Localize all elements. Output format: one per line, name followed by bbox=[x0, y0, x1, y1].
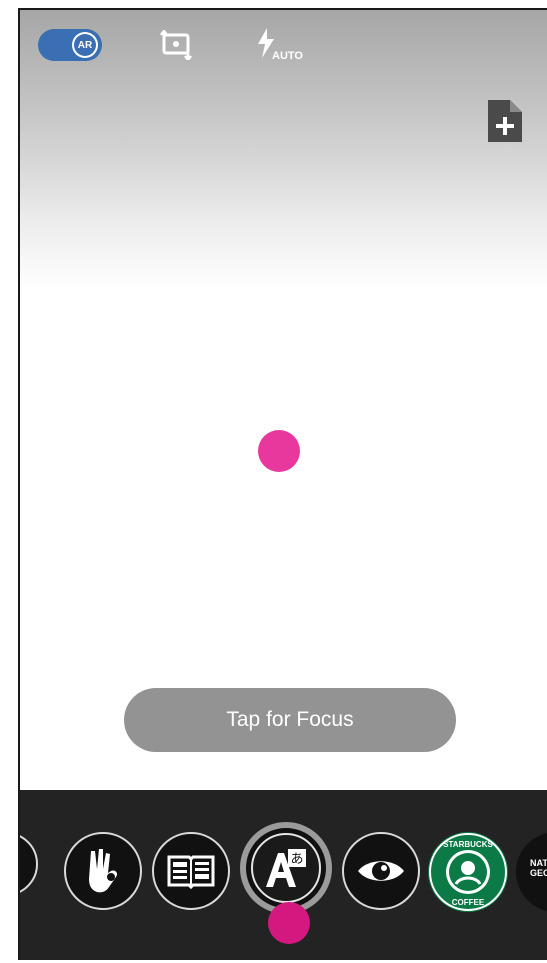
starbucks-bottom-text: COFFEE bbox=[452, 898, 485, 907]
lens-partial[interactable] bbox=[18, 832, 38, 896]
flash-button[interactable]: AUTO bbox=[256, 28, 303, 62]
switch-camera-button[interactable] bbox=[160, 28, 194, 63]
ar-toggle[interactable]: AR bbox=[38, 29, 102, 61]
eye-icon bbox=[358, 861, 404, 881]
starbucks-logo-icon: STARBUCKS COFFEE bbox=[429, 833, 507, 911]
camera-viewfinder[interactable]: AR AUTO Tap for Focus bbox=[20, 10, 547, 790]
active-lens-indicator bbox=[268, 902, 310, 944]
book-icon bbox=[167, 855, 215, 889]
tap-for-focus-button[interactable]: Tap for Focus bbox=[124, 688, 456, 752]
camera-screen: AR AUTO Tap for Focus あ STARBUCKS COFFEE… bbox=[18, 8, 547, 960]
flash-mode-label: AUTO bbox=[272, 50, 303, 62]
lens-partial-icon bbox=[18, 849, 21, 879]
natgeo-label: NAT GEO bbox=[530, 858, 547, 878]
svg-text:あ: あ bbox=[290, 852, 303, 867]
add-document-button[interactable] bbox=[488, 100, 522, 142]
lens-translate-selected[interactable]: あ bbox=[240, 822, 332, 914]
add-document-icon bbox=[488, 100, 522, 142]
lens-ok-hand[interactable] bbox=[64, 832, 142, 910]
lens-book[interactable] bbox=[152, 832, 230, 910]
switch-camera-icon bbox=[160, 28, 192, 63]
lens-eye[interactable] bbox=[342, 832, 420, 910]
focus-point-indicator[interactable] bbox=[258, 430, 300, 472]
ar-toggle-knob: AR bbox=[72, 32, 98, 58]
starbucks-top-text: STARBUCKS bbox=[443, 840, 493, 849]
lens-starbucks[interactable]: STARBUCKS COFFEE bbox=[428, 832, 508, 912]
lens-carousel[interactable]: あ STARBUCKS COFFEE NAT GEO bbox=[20, 790, 547, 960]
translate-lens-inner: あ bbox=[251, 833, 321, 903]
ar-toggle-label: AR bbox=[74, 34, 96, 56]
translate-icon: あ bbox=[266, 849, 306, 887]
ok-hand-icon bbox=[89, 849, 118, 893]
